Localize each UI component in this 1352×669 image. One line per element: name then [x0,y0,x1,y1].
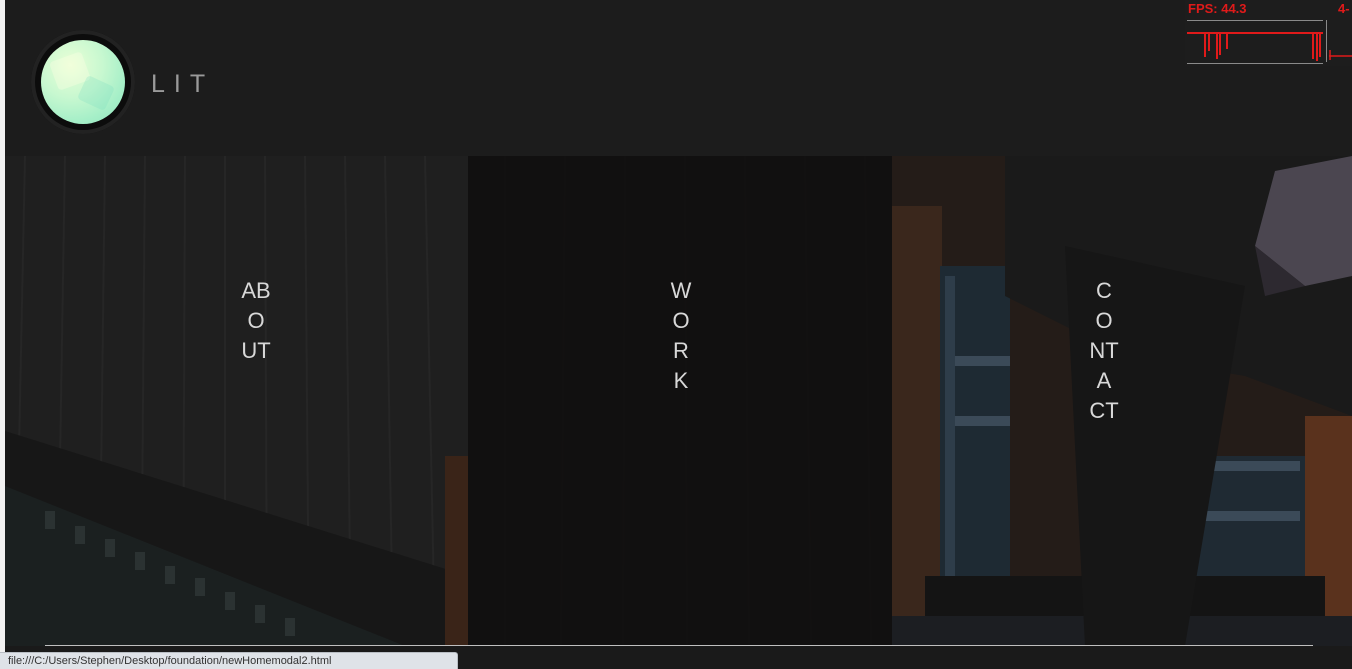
about-label: ABOUT [241,278,271,363]
nav-panel-contact[interactable]: CONTACT [892,156,1352,646]
status-url: file:///C:/Users/Stephen/Desktop/foundat… [8,655,332,667]
nav-panel-about[interactable]: ABOUT [5,156,468,646]
nav-panel-work[interactable]: WORK [468,156,892,646]
brand-name[interactable]: LIT [151,70,214,99]
fps-label: FPS: 44.3 [1188,1,1247,16]
site-header: LIT [5,0,1352,156]
browser-status-bar: file:///C:/Users/Stephen/Desktop/foundat… [0,652,458,669]
ms-graph [1326,20,1352,62]
fps-graph [1187,20,1323,64]
work-label: WORK [670,278,692,393]
background-scene: ABOUT WORK CONTACT [5,156,1352,646]
contact-label: CONTACT [1089,278,1119,423]
divider-line [45,645,1313,646]
logo-icon[interactable] [31,30,135,134]
fps-meter: FPS: 44.3 4- [1185,0,1352,66]
fps-secondary-label: 4- [1338,1,1350,16]
